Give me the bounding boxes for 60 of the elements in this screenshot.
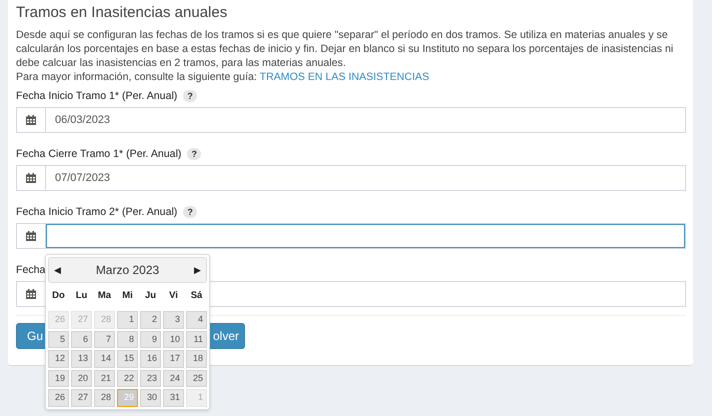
weekday-label: Do (51, 289, 66, 303)
day-cell[interactable]: 8 (117, 330, 138, 348)
day-cell[interactable]: 10 (163, 330, 184, 348)
day-cell[interactable]: 23 (140, 370, 161, 387)
section-title: Tramos en Inasitencias anuales (16, 4, 228, 22)
day-cell[interactable]: 21 (94, 370, 115, 387)
day-cell[interactable]: 6 (71, 330, 92, 348)
day-cell[interactable]: 4 (186, 311, 207, 328)
weekday-label: Mi (121, 289, 134, 303)
day-cell[interactable]: 11 (186, 330, 207, 348)
previous-month-button[interactable]: ◀ (54, 265, 61, 275)
date-value: 07/07/2023 (55, 172, 110, 184)
day-cell[interactable]: 22 (117, 370, 138, 387)
field-label: Fecha Inicio Tramo 1* (Per. Anual) (16, 90, 178, 102)
month-title: Marzo 2023 (96, 263, 160, 277)
field-label: Fecha Inicio Tramo 2* (Per. Anual) (16, 206, 178, 218)
field-label: Fecha (16, 264, 46, 276)
day-cell[interactable]: 2 (140, 311, 161, 328)
day-cell[interactable]: 9 (140, 330, 161, 348)
weekday-label: Lu (74, 289, 88, 303)
description-text: Desde aquí se configuran las fechas de los tramos si es que quiere "separar" el período en dos tramos. Se utiliza en materias anuales y se calcularán los porcentajes en base a estas fechas de inicio y fin. Dejar en blanco si su Instituto no separa los porcentajes de inasistencias ni debe calcuar las inasistencias en 2 tramos, para las materias anuales. (16, 28, 674, 70)
day-cell[interactable]: 30 (140, 389, 161, 406)
day-cell[interactable]: 31 (163, 389, 184, 406)
date-field[interactable] (16, 223, 686, 249)
day-cell[interactable]: 15 (117, 350, 138, 368)
next-month-button[interactable]: ▶ (194, 265, 201, 275)
day-cell[interactable]: 26 (48, 389, 69, 406)
day-cell[interactable]: 13 (71, 350, 92, 368)
day-cell[interactable]: 18 (186, 350, 207, 368)
day-cell[interactable]: 19 (48, 370, 69, 387)
day-cell[interactable]: 12 (48, 350, 69, 368)
day-cell[interactable]: 20 (71, 370, 92, 387)
field-label: Fecha Cierre Tramo 1* (Per. Anual) (16, 148, 182, 160)
guide-text: Para mayor información, consulte la siguiente guía: (16, 71, 257, 83)
day-cell[interactable]: 24 (163, 370, 184, 387)
weekday-label: Ma (96, 289, 112, 303)
date-field[interactable]: 06/03/2023 (16, 107, 686, 133)
day-cell[interactable]: 5 (48, 330, 69, 348)
day-cell[interactable]: 28 (94, 389, 115, 406)
weekday-label: Sá (190, 289, 204, 303)
day-cell[interactable]: 27 (71, 389, 92, 406)
day-cell[interactable]: 7 (94, 330, 115, 348)
help-badge[interactable]: ? (183, 90, 197, 102)
day-cell[interactable]: 3 (163, 311, 184, 328)
help-badge[interactable]: ? (187, 148, 201, 160)
guide-link[interactable]: TRAMOS EN LAS INASISTENCIAS (260, 71, 430, 83)
day-cell[interactable]: 16 (140, 350, 161, 368)
date-field[interactable]: 07/07/2023 (16, 165, 686, 191)
calendar-icon (26, 115, 36, 125)
calendar-icon (26, 173, 36, 183)
help-badge[interactable]: ? (183, 206, 197, 218)
day-cell[interactable]: 14 (94, 350, 115, 368)
weekday-label: Ju (144, 289, 158, 303)
day-cell[interactable]: 17 (163, 350, 184, 368)
calendar-icon (26, 231, 36, 241)
date-value: 06/03/2023 (55, 114, 110, 126)
calendar-icon (26, 289, 36, 299)
weekday-label: Vi (168, 289, 179, 303)
day-cell[interactable]: 1 (117, 311, 138, 328)
day-cell[interactable]: 25 (186, 370, 207, 387)
